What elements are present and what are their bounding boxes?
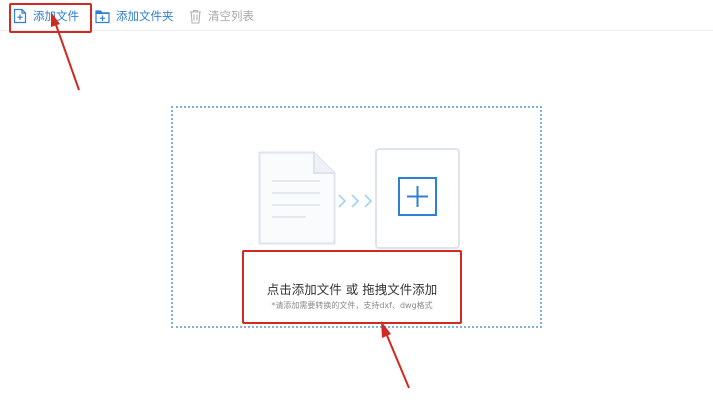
annotation-arrows <box>51 12 410 389</box>
annotation-arrow-bottom <box>381 321 410 389</box>
annotation-arrow-top <box>51 12 80 91</box>
